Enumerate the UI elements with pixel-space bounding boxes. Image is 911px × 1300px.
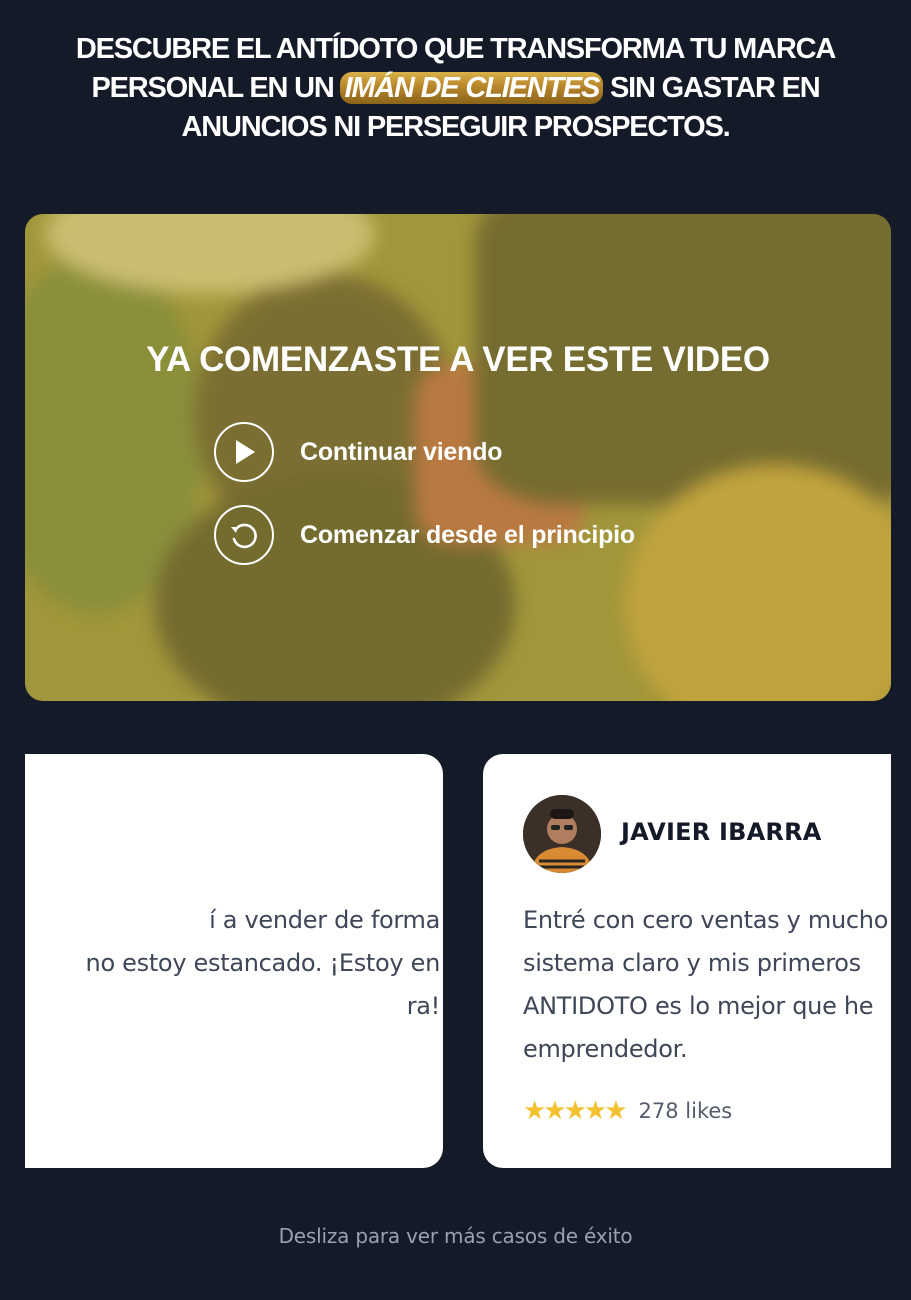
testimonial-author: JAVIER IBARRA xyxy=(621,818,822,846)
testimonial-text: í a vender de forma no estoy estancado. … xyxy=(25,899,441,1028)
testimonial-slider[interactable]: í a vender de forma no estoy estancado. … xyxy=(25,754,891,1169)
continue-watching-button[interactable]: Continuar viendo xyxy=(214,422,503,482)
play-icon xyxy=(214,422,274,482)
headline-part-3: EN UN xyxy=(242,72,341,104)
testimonial-card: í a vender de forma no estoy estancado. … xyxy=(25,754,443,1168)
testimonial-text: Entré con cero ventas y mucho sistema cl… xyxy=(523,899,888,1071)
video-player[interactable]: YA COMENZASTE A VER ESTE VIDEO Continuar… xyxy=(25,214,891,701)
testimonial-line: sistema claro y mis primeros xyxy=(523,949,861,977)
testimonial-line: ANTIDOTO es lo mejor que he xyxy=(523,992,874,1020)
testimonial-line: emprendedor. xyxy=(523,1035,688,1063)
testimonial-line: ra! xyxy=(406,992,441,1020)
testimonial-line: Entré con cero ventas y mucho xyxy=(523,906,889,934)
restart-video-label: Comenzar desde el principio xyxy=(300,520,635,549)
testimonial-line: no estoy estancado. ¡Estoy en xyxy=(85,949,441,977)
restart-icon xyxy=(214,505,274,565)
continue-watching-label: Continuar viendo xyxy=(300,437,503,466)
headline-part-1: DESCUBRE xyxy=(75,33,236,65)
likes-count: 278 likes xyxy=(638,1099,733,1123)
restart-video-button[interactable]: Comenzar desde el principio xyxy=(214,505,635,565)
headline-highlight: IMÁN DE CLIENTES xyxy=(340,72,604,104)
testimonial-rating: ★★★★★ 278 likes xyxy=(523,1096,732,1126)
star-rating-icon: ★★★★★ xyxy=(523,1096,628,1126)
avatar xyxy=(523,795,601,873)
swipe-hint: Desliza para ver más casos de éxito xyxy=(278,1224,633,1248)
resume-title: YA COMENZASTE A VER ESTE VIDEO xyxy=(146,340,770,379)
hero-headline: DESCUBRE EL ANTÍDOTO QUE TRANSFORMA TU M… xyxy=(30,30,881,147)
testimonial-card: JAVIER IBARRA Entré con cero ventas y mu… xyxy=(483,754,891,1168)
testimonial-line: í a vender de forma xyxy=(209,906,440,934)
